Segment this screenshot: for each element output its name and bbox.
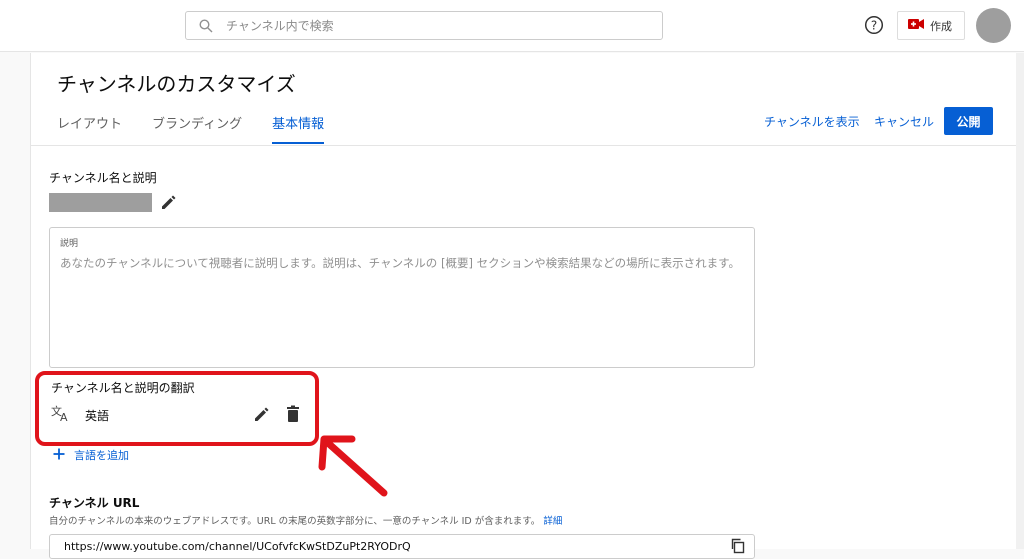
description-field[interactable]: 説明 あなたのチャンネルについて視聴者に説明します。説明は、チャンネルの [概要… (49, 227, 755, 368)
delete-translation-icon[interactable] (285, 405, 301, 427)
channel-name-redacted (49, 193, 152, 212)
help-icon[interactable]: ? (864, 15, 884, 35)
translation-language: 英語 (85, 408, 110, 423)
plus-icon (53, 448, 65, 463)
channel-url-title: チャンネル URL (49, 496, 140, 510)
tab-branding[interactable]: ブランディング (152, 113, 242, 144)
search-input[interactable] (226, 18, 626, 33)
tab-bar: レイアウト ブランディング 基本情報 (57, 113, 325, 144)
add-language-label: 言語を追加 (74, 449, 129, 462)
view-channel-link[interactable]: チャンネルを表示 (764, 113, 860, 130)
channel-url-value: https://www.youtube.com/channel/UCofvfcK… (64, 540, 411, 553)
cancel-button[interactable]: キャンセル (874, 113, 934, 130)
tab-basic-info[interactable]: 基本情報 (272, 113, 325, 144)
name-section-label: チャンネル名と説明 (49, 171, 157, 185)
translation-row: 文A 英語 (51, 401, 301, 429)
left-gutter (0, 53, 30, 549)
channel-url-description-text: 自分のチャンネルの本来のウェブアドレスです。URL の末尾の英数字部分に、一意の… (49, 516, 541, 527)
svg-text:?: ? (871, 18, 877, 32)
learn-more-link[interactable]: 詳細 (543, 516, 562, 527)
video-camera-icon (908, 18, 924, 33)
description-label: 説明 (60, 239, 79, 249)
tab-divider (31, 145, 1017, 146)
scrollbar[interactable] (1016, 53, 1024, 549)
customization-panel: チャンネルのカスタマイズ レイアウト ブランディング 基本情報 チャンネルを表示… (30, 53, 1017, 559)
tab-layout[interactable]: レイアウト (57, 113, 122, 144)
translate-icon: 文A (51, 404, 71, 426)
channel-url-field[interactable]: https://www.youtube.com/channel/UCofvfcK… (49, 534, 755, 559)
create-label: 作成 (930, 19, 952, 33)
translation-section-label: チャンネル名と説明の翻訳 (51, 381, 195, 395)
edit-translation-icon[interactable] (253, 405, 271, 427)
description-placeholder: あなたのチャンネルについて視聴者に説明します。説明は、チャンネルの [概要] セ… (60, 256, 740, 270)
translation-actions (253, 405, 301, 427)
edit-name-icon[interactable] (160, 193, 178, 211)
avatar[interactable] (976, 8, 1011, 43)
add-language-button[interactable]: 言語を追加 (53, 447, 129, 463)
channel-url-description: 自分のチャンネルの本来のウェブアドレスです。URL の末尾の英数字部分に、一意の… (49, 513, 562, 527)
search-box[interactable] (185, 11, 663, 40)
publish-button[interactable]: 公開 (944, 107, 993, 135)
create-button[interactable]: 作成 (897, 11, 965, 40)
red-arrow-annotation (318, 435, 388, 497)
search-icon (186, 18, 226, 33)
svg-text:A: A (60, 411, 68, 422)
top-bar: ? 作成 (0, 0, 1024, 52)
page-title: チャンネルのカスタマイズ (57, 72, 296, 96)
copy-icon[interactable] (730, 538, 746, 554)
